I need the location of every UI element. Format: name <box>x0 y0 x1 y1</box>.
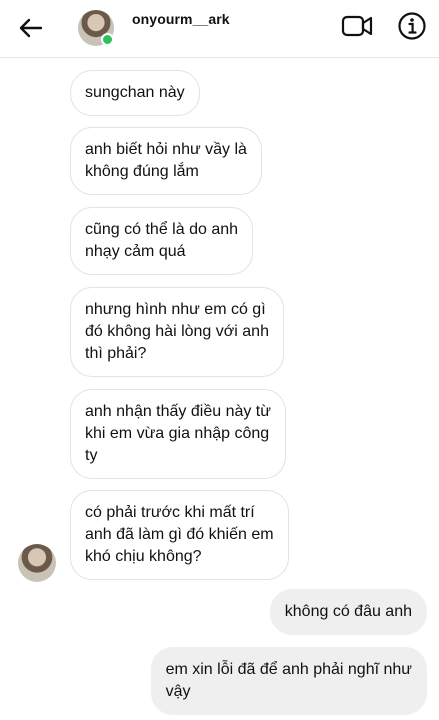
video-camera-icon[interactable] <box>341 12 373 40</box>
message-bubble-incoming[interactable]: anh biết hỏi như vầy là không đúng lắm <box>70 127 262 195</box>
arrow-left-icon[interactable] <box>16 14 44 42</box>
message-text: anh nhận thấy điều này từ khi em vừa gia… <box>85 403 271 464</box>
message-text: anh biết hỏi như vầy là không đúng lắm <box>85 141 247 180</box>
message-text: sungchan này <box>85 84 185 101</box>
message-text: nhưng hình như em có gì đó không hài lòn… <box>85 301 269 362</box>
chat-header: onyourm__ark <box>0 0 439 58</box>
message-bubble-incoming[interactable]: có phải trước khi mất trí anh đã làm gì … <box>70 490 289 580</box>
message-bubble-outgoing[interactable]: không có đâu anh <box>269 589 427 635</box>
message-bubble-incoming[interactable]: sungchan này <box>70 70 200 116</box>
sender-avatar[interactable] <box>18 544 56 582</box>
online-status-dot <box>101 33 114 46</box>
message-text: không có đâu anh <box>284 603 412 620</box>
chat-screen: onyourm__ark sungchan này anh biết hỏi n… <box>0 0 439 720</box>
username[interactable]: onyourm__ark <box>132 11 230 27</box>
info-circle-icon[interactable] <box>397 11 427 41</box>
message-bubble-incoming[interactable]: nhưng hình như em có gì đó không hài lòn… <box>70 287 284 377</box>
message-text: cũng có thể là do anh nhạy cảm quá <box>85 221 239 260</box>
message-bubble-incoming[interactable]: anh nhận thấy điều này từ khi em vừa gia… <box>70 389 286 479</box>
message-text: em xin lỗi đã để anh phải nghĩ như vậy <box>165 661 412 700</box>
message-bubble-outgoing[interactable]: em xin lỗi đã để anh phải nghĩ như vậy <box>150 647 427 715</box>
message-bubble-incoming[interactable]: cũng có thể là do anh nhạy cảm quá <box>70 207 254 275</box>
message-text: có phải trước khi mất trí anh đã làm gì … <box>85 504 274 565</box>
